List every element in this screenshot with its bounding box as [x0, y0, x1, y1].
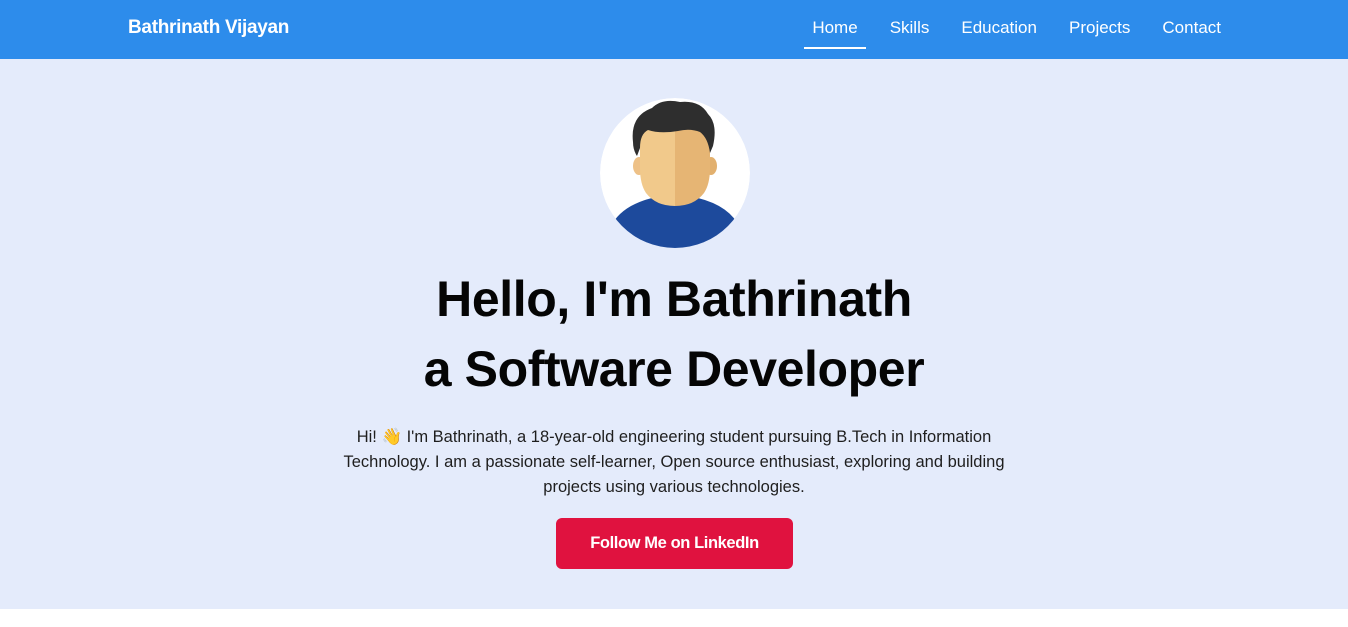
nav-link-skills[interactable]: Skills [882, 17, 938, 39]
hero-headline-line2: a Software Developer [423, 341, 925, 397]
nav-links: Home Skills Education Projects Contact [788, 0, 1229, 59]
nav-link-contact[interactable]: Contact [1154, 17, 1229, 39]
hero-bio-text: Hi! 👋 I'm Bathrinath, a 18-year-old engi… [343, 428, 1005, 496]
nav-link-projects[interactable]: Projects [1061, 17, 1138, 39]
person-avatar-icon [600, 98, 750, 248]
hero-section: Hello, I'm Bathrinath a Software Develop… [0, 59, 1348, 609]
nav-link-education[interactable]: Education [953, 17, 1045, 39]
navbar: Bathrinath Vijayan Home Skills Education… [0, 0, 1348, 59]
brand-logo-text[interactable]: Bathrinath Vijayan [128, 16, 289, 40]
nav-link-home[interactable]: Home [804, 17, 867, 49]
hero-headline-line1: Hello, I'm Bathrinath [436, 271, 912, 327]
linkedin-follow-button[interactable]: Follow Me on LinkedIn [556, 518, 793, 569]
